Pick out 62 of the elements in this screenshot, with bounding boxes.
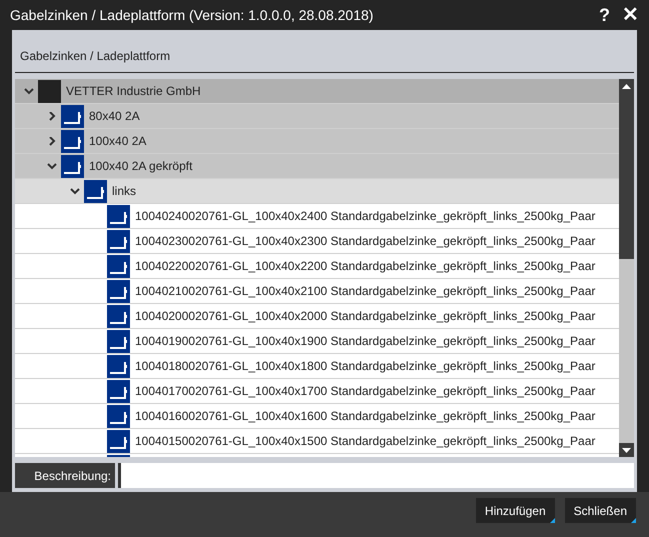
description-field[interactable] [118, 463, 634, 488]
fork-icon [84, 180, 107, 202]
tree-item-label: VETTER Industrie GmbH [66, 83, 201, 100]
expand-chevron-icon[interactable] [46, 136, 56, 146]
fork-icon [107, 280, 130, 302]
section-title: Gabelzinken / Ladeplattform [20, 49, 170, 63]
fork-icon [107, 354, 130, 378]
tree-row[interactable]: 10040240020761-GL_100x40x2400 Standardgabelzinke_gekröpft_links_2500kg_Paar [15, 204, 619, 229]
tree-row[interactable]: 80x40 2A [15, 104, 619, 129]
fork-icon [107, 380, 130, 402]
fork-icon [61, 104, 84, 128]
tree-row[interactable]: 100x40 2A [15, 129, 619, 154]
tree-item-label: 10040190020761-GL_100x40x1900 Standardgabelzinke_gekröpft_links_2500kg_Paar [135, 333, 596, 350]
scroll-down-icon[interactable] [619, 443, 634, 457]
tree-item-label: 10040160020761-GL_100x40x1600 Standardgabelzinke_gekröpft_links_2500kg_Paar [135, 408, 596, 425]
scrollbar[interactable] [619, 79, 634, 457]
help-button[interactable]: ? [599, 2, 610, 28]
tree-row[interactable]: 10040230020761-GL_100x40x2300 Standardgabelzinke_gekröpft_links_2500kg_Paar [15, 229, 619, 254]
tree-item-label: 100x40 2A gekröpft [89, 158, 192, 175]
collapse-chevron-icon[interactable] [24, 86, 34, 96]
tree-item-label: 10040220020761-GL_100x40x2200 Standardgabelzinke_gekröpft_links_2500kg_Paar [135, 258, 596, 275]
expand-chevron-icon[interactable] [46, 112, 56, 120]
tree-item-label: 10040200020761-GL_100x40x2000 Standardgabelzinke_gekröpft_links_2500kg_Paar [135, 308, 596, 325]
tree-row[interactable]: 100x40 2A gekröpft [15, 154, 619, 179]
tree-row[interactable]: 10040220020761-GL_100x40x2200 Standardgabelzinke_gekröpft_links_2500kg_Paar [15, 254, 619, 279]
tree-row[interactable]: 10040160020761-GL_100x40x1600 Standardgabelzinke_gekröpft_links_2500kg_Paar [15, 404, 619, 429]
scroll-up-icon[interactable] [619, 79, 634, 93]
window-title: Gabelzinken / Ladeplattform (Version: 1.0.0.0, 28.08.2018) [10, 6, 374, 25]
tree-item-label: 100x40 2A [89, 133, 146, 150]
fork-icon [107, 430, 130, 452]
tree-row[interactable]: links [15, 179, 619, 204]
tree-item-label: 10040150020761-GL_100x40x1500 Standardgabelzinke_gekröpft_links_2500kg_Paar [135, 433, 596, 450]
collapse-chevron-icon[interactable] [70, 186, 80, 196]
tree-row[interactable]: 10040190020761-GL_100x40x1900 Standardgabelzinke_gekröpft_links_2500kg_Paar [15, 329, 619, 354]
fork-icon [107, 254, 130, 278]
collapse-chevron-icon[interactable] [46, 162, 56, 170]
fork-icon [107, 330, 130, 352]
fork-icon [61, 130, 84, 152]
company-icon [38, 80, 61, 102]
tree-row[interactable]: 10040180020761-GL_100x40x1800 Standardgabelzinke_gekröpft_links_2500kg_Paar [15, 354, 619, 379]
fork-icon [107, 204, 130, 228]
fork-icon [107, 304, 130, 328]
tree-item-label: 10040240020761-GL_100x40x2400 Standardgabelzinke_gekröpft_links_2500kg_Paar [135, 208, 596, 225]
tree-row[interactable]: 10040170020761-GL_100x40x1700 Standardgabelzinke_gekröpft_links_2500kg_Paar [15, 379, 619, 404]
tree-row[interactable]: VETTER Industrie GmbH [15, 79, 619, 104]
tree-item-label: 10040170020761-GL_100x40x1700 Standardgabelzinke_gekröpft_links_2500kg_Paar [135, 383, 596, 400]
fork-icon [107, 230, 130, 252]
tree-item-label: 10040180020761-GL_100x40x1800 Standardgabelzinke_gekröpft_links_2500kg_Paar [135, 358, 596, 375]
tree-item-label: 80x40 2A [89, 108, 140, 125]
tree-item-label: links [112, 183, 136, 200]
dialog-button[interactable]: Hinzufügen [476, 498, 555, 523]
close-button[interactable]: ✕ [622, 0, 639, 30]
description-label: Beschreibung: [15, 463, 115, 488]
tree-row[interactable]: 10040150020761-GL_100x40x1500 Standardgabelzinke_gekröpft_links_2500kg_Paar [15, 429, 619, 454]
scroll-thumb[interactable] [619, 93, 634, 259]
tree-item-label: 10040210020761-GL_100x40x2100 Standardgabelzinke_gekröpft_links_2500kg_Paar [135, 283, 596, 300]
tree-item-label: 10040230020761-GL_100x40x2300 Standardgabelzinke_gekröpft_links_2500kg_Paar [135, 233, 596, 250]
tree-row[interactable]: 10040210020761-GL_100x40x2100 Standardgabelzinke_gekröpft_links_2500kg_Paar [15, 279, 619, 304]
fork-icon [61, 154, 84, 178]
dialog-button[interactable]: Schließen [564, 498, 636, 523]
tree-row[interactable]: 10040200020761-GL_100x40x2000 Standardgabelzinke_gekröpft_links_2500kg_Paar [15, 304, 619, 329]
fork-icon [107, 404, 130, 428]
